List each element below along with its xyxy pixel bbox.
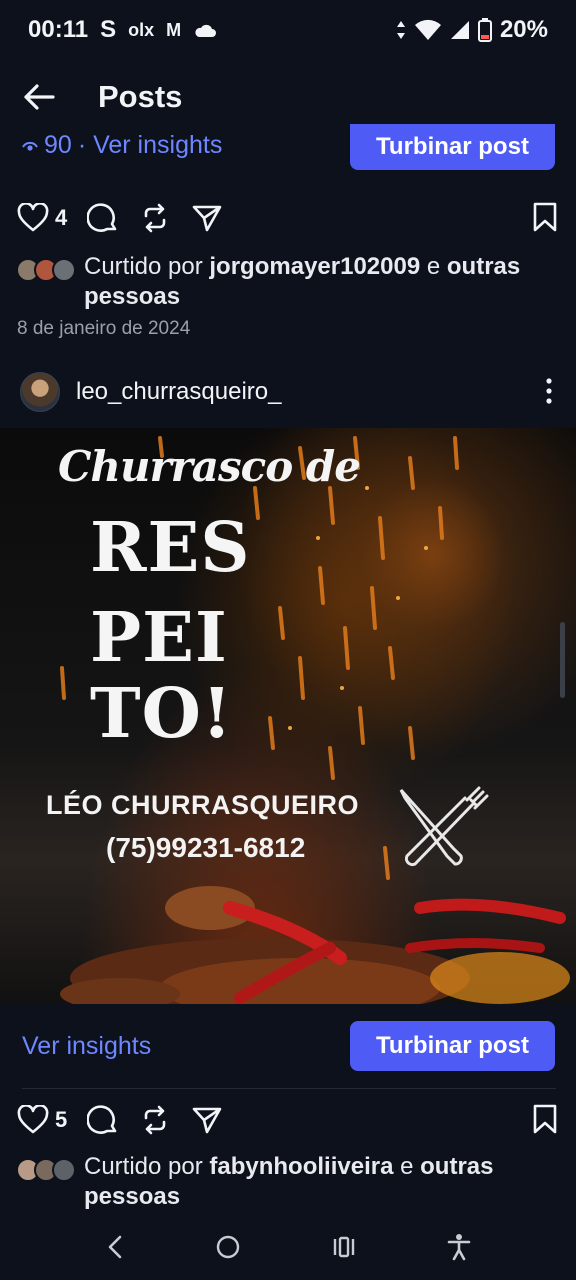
grilled-food-image: [60, 886, 570, 1004]
previous-post-liked-by[interactable]: Curtido por jorgomayer102009 e outras pe…: [0, 252, 576, 314]
likes-count: 5: [55, 1107, 68, 1132]
repost-button[interactable]: [139, 1104, 171, 1136]
home-nav-icon[interactable]: [215, 1234, 241, 1260]
likes-count: 4: [55, 205, 68, 230]
wifi-icon: [414, 19, 441, 40]
post-liked-by[interactable]: Curtido por fabynhooliiveira e outras pe…: [0, 1152, 576, 1214]
liker-avatars: [16, 1158, 78, 1184]
top-app-bar: Posts: [0, 70, 576, 124]
post-insights-bar: Ver insights Turbinar post: [0, 1020, 576, 1074]
back-arrow-icon[interactable]: [22, 80, 56, 114]
previous-post-actions: 4: [0, 196, 576, 240]
back-nav-icon[interactable]: [105, 1234, 125, 1260]
knife-fork-icon: [399, 786, 489, 867]
liked-by-username[interactable]: jorgomayer102009: [209, 253, 420, 280]
image-script-text: Churrasco de: [58, 442, 361, 491]
liked-by-conjunction: e: [393, 1153, 421, 1180]
bookmark-icon[interactable]: [532, 1104, 558, 1134]
notification-gmail-icon: M: [166, 19, 182, 40]
post-actions: 5: [0, 1098, 576, 1142]
bookmark-icon[interactable]: [532, 202, 558, 232]
divider: [22, 1088, 556, 1089]
notification-olx-icon: olx: [128, 19, 155, 40]
avatar[interactable]: [20, 372, 60, 412]
send-icon: [192, 205, 222, 232]
post-date: 8 de janeiro de 2024: [17, 318, 191, 339]
liked-by-prefix: Curtido por: [84, 1153, 210, 1180]
liked-by-text: Curtido por fabynhooliiveira e outras pe…: [84, 1152, 554, 1212]
eye-icon: [22, 141, 38, 151]
like-button-previous[interactable]: 4: [17, 203, 67, 233]
data-transfer-icon: [396, 21, 405, 39]
comment-button[interactable]: [87, 1104, 119, 1136]
share-button-previous[interactable]: [191, 202, 223, 234]
page-title: Posts: [98, 79, 183, 114]
post-header: leo_churrasqueiro_: [0, 368, 576, 416]
liked-by-prefix: Curtido por: [84, 253, 210, 280]
post-username[interactable]: leo_churrasqueiro_: [76, 378, 281, 406]
send-icon: [192, 1107, 222, 1134]
repost-icon: [144, 1105, 166, 1135]
scrollbar-thumb[interactable]: [560, 622, 565, 698]
comment-icon: [87, 1105, 117, 1134]
cloud-icon: [195, 24, 217, 37]
comment-icon: [87, 203, 117, 232]
view-insights-link-previous[interactable]: 90 · Ver insights: [22, 131, 222, 160]
status-bar: 00:11 S olx M 20%: [0, 0, 576, 60]
image-phone-number: (75)99231-6812: [106, 832, 306, 863]
signal-icon: [450, 21, 469, 39]
liked-by-text: Curtido por jorgomayer102009 e outras pe…: [84, 252, 554, 312]
view-insights-label: · Ver insights: [77, 131, 223, 159]
liked-by-conjunction: e: [420, 253, 447, 280]
liker-avatars: [16, 258, 78, 284]
views-count: 90: [44, 131, 72, 159]
image-brand-name: LÉO CHURRASQUEIRO: [46, 790, 360, 820]
battery-percent: 20%: [499, 16, 548, 43]
comment-button-previous[interactable]: [87, 202, 119, 234]
heart-icon: [17, 203, 49, 232]
system-navigation-bar: [0, 1214, 576, 1280]
liked-by-username[interactable]: fabynhooliiveira: [209, 1153, 393, 1180]
view-insights-link[interactable]: Ver insights: [22, 1032, 151, 1061]
notification-s-icon: S: [100, 16, 117, 43]
image-headline-line3: TO!: [90, 674, 233, 754]
heart-icon: [17, 1105, 49, 1134]
boost-post-button-previous[interactable]: Turbinar post: [350, 124, 555, 170]
image-headline-line2: PEI: [90, 598, 228, 678]
avatar: [52, 1158, 76, 1182]
more-options-icon[interactable]: [546, 378, 552, 404]
accessibility-icon[interactable]: [447, 1233, 471, 1261]
boost-post-button[interactable]: Turbinar post: [350, 1021, 555, 1071]
previous-post-insights-row: 90 · Ver insights Turbinar post: [0, 124, 576, 172]
post-image[interactable]: Churrasco de RES PEI TO! LÉO CHURRASQUEI…: [0, 428, 576, 1004]
repost-button-previous[interactable]: [139, 202, 171, 234]
share-button[interactable]: [191, 1104, 223, 1136]
image-headline-line1: RES: [90, 508, 251, 588]
battery-icon: [477, 18, 492, 42]
repost-icon: [144, 203, 166, 233]
avatar: [52, 258, 76, 282]
recents-nav-icon[interactable]: [331, 1234, 357, 1260]
like-button[interactable]: 5: [17, 1105, 67, 1135]
status-time: 00:11: [28, 16, 89, 43]
